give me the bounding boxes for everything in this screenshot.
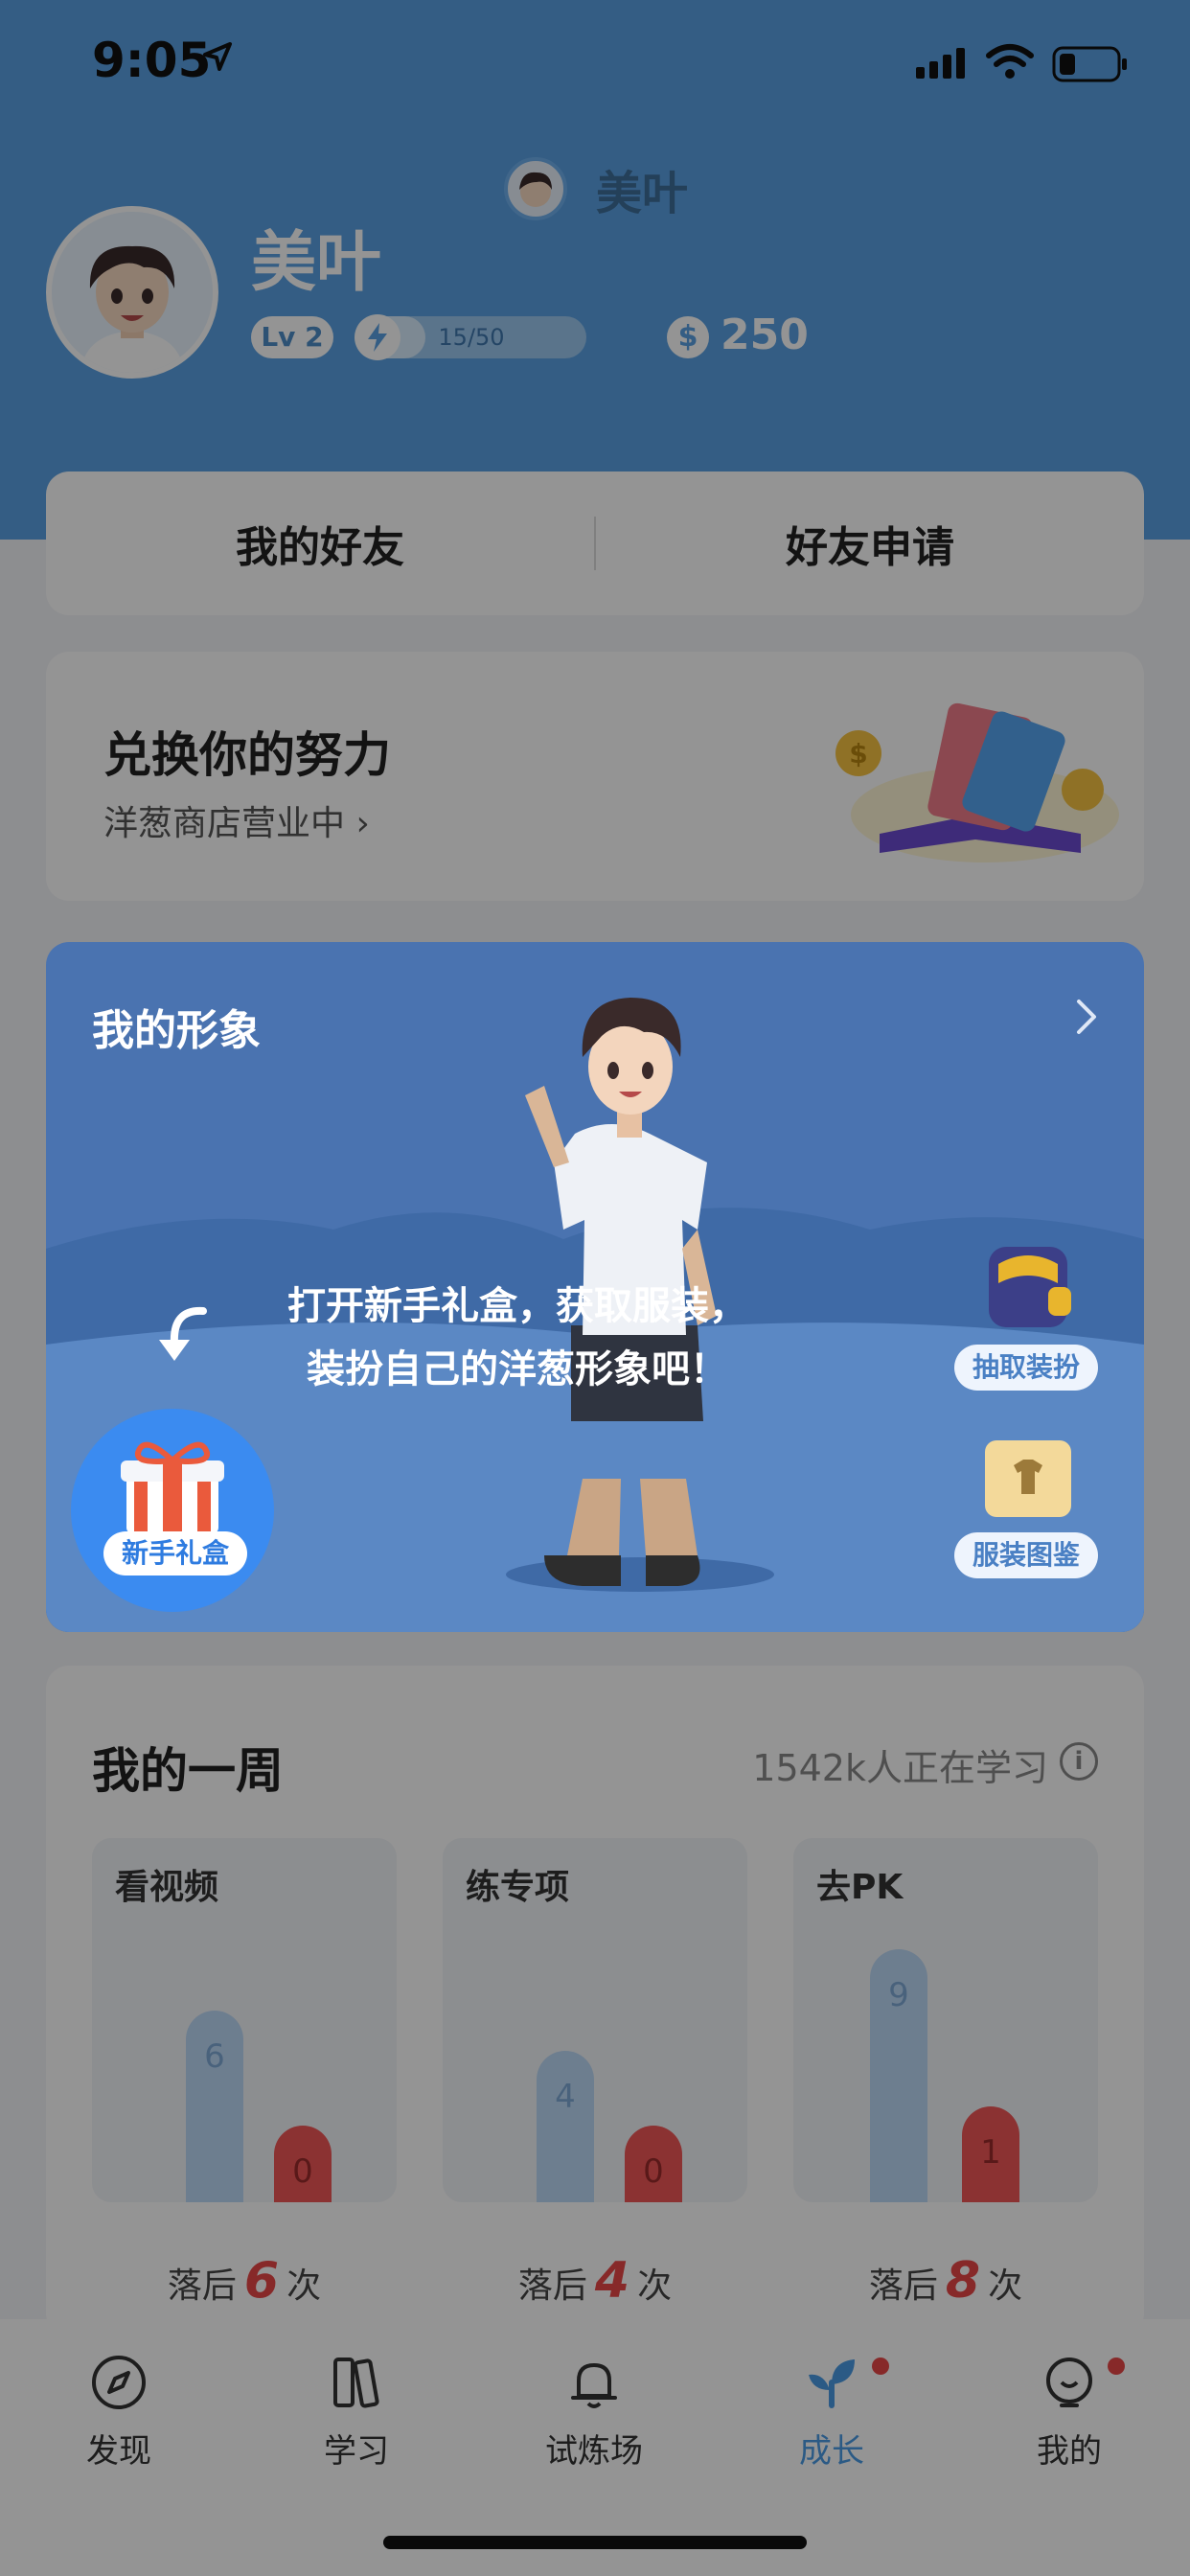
- backpack-icon: [989, 1247, 1071, 1327]
- tip-line-1: 打开新手礼盒，获取服装，: [287, 1284, 747, 1328]
- draw-outfit-button[interactable]: 抽取装扮: [954, 1345, 1098, 1391]
- curved-arrow-icon: [159, 1306, 207, 1361]
- onboarding-tip: 打开新手礼盒，获取服装， 装扮自己的洋葱形象吧！: [211, 1275, 824, 1401]
- tip-line-2: 装扮自己的洋葱形象吧！: [307, 1347, 728, 1392]
- gift-box-icon: [121, 1441, 224, 1533]
- outfit-catalog-icon: [985, 1440, 1071, 1517]
- avatar-card-title: 我的形象: [92, 1006, 261, 1055]
- gift-label: 新手礼盒: [103, 1531, 247, 1576]
- newbie-gift-button[interactable]: 新手礼盒: [71, 1409, 274, 1612]
- chevron-right-icon[interactable]: [1075, 998, 1098, 1036]
- outfit-catalog-button[interactable]: 服装图鉴: [954, 1532, 1098, 1578]
